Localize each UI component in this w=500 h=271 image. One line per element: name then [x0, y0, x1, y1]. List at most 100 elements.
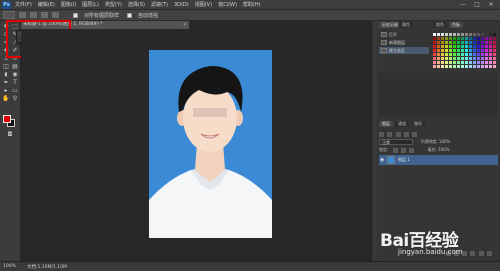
history-row[interactable]: 新建图层	[379, 39, 429, 46]
color-swatch[interactable]	[489, 41, 492, 44]
color-swatch[interactable]	[461, 65, 464, 68]
filter-adjust-icon[interactable]	[395, 131, 401, 137]
color-swatch[interactable]	[481, 45, 484, 48]
menu-filter[interactable]: 滤镜(T)	[151, 1, 168, 8]
color-swatch[interactable]	[461, 45, 464, 48]
color-swatch[interactable]	[457, 53, 460, 56]
color-swatch[interactable]	[441, 65, 444, 68]
lock-pixels-icon[interactable]	[392, 147, 398, 153]
menu-3d[interactable]: 3D(D)	[174, 2, 189, 8]
quick-mask-icon[interactable]: ◘	[6, 131, 14, 138]
color-swatch[interactable]	[485, 65, 488, 68]
fill-value[interactable]: 100%	[438, 147, 449, 152]
color-swatch[interactable]	[473, 53, 476, 56]
color-swatch[interactable]	[469, 37, 472, 40]
color-swatch[interactable]	[449, 45, 452, 48]
tool-preset-picker[interactable]	[3, 11, 15, 19]
color-swatch[interactable]	[449, 65, 452, 68]
color-swatch[interactable]	[453, 53, 456, 56]
color-swatch[interactable]	[481, 61, 484, 64]
subtract-selection-icon[interactable]	[41, 12, 48, 18]
portrait-photo[interactable]	[149, 50, 272, 238]
menu-image[interactable]: 图像(I)	[61, 1, 76, 8]
auto-enhance-checkbox[interactable]	[127, 12, 133, 18]
color-swatch[interactable]	[489, 65, 492, 68]
color-swatch[interactable]	[433, 37, 436, 40]
color-swatch[interactable]	[445, 57, 448, 60]
color-swatch[interactable]	[469, 61, 472, 64]
color-swatch[interactable]	[449, 57, 452, 60]
color-swatch[interactable]	[453, 33, 456, 36]
color-swatch[interactable]	[457, 33, 460, 36]
color-swatch[interactable]	[437, 61, 440, 64]
type-tool-icon[interactable]: T	[11, 79, 19, 86]
color-swatch[interactable]	[465, 37, 468, 40]
menu-type[interactable]: 类型(Y)	[105, 1, 122, 8]
color-swatch[interactable]	[437, 33, 440, 36]
color-swatch[interactable]	[465, 57, 468, 60]
menu-select[interactable]: 选择(S)	[128, 1, 145, 8]
zoom-tool-icon[interactable]: ⚲	[11, 95, 19, 102]
color-swatch[interactable]	[445, 45, 448, 48]
color-swatch[interactable]	[473, 61, 476, 64]
color-swatch[interactable]	[477, 57, 480, 60]
dodge-tool-icon[interactable]: ◉	[11, 71, 19, 78]
tab-channels[interactable]: 通道	[395, 121, 409, 127]
color-swatch[interactable]	[481, 37, 484, 40]
color-swatch[interactable]	[445, 33, 448, 36]
color-swatch[interactable]	[445, 37, 448, 40]
menu-help[interactable]: 帮助(H)	[243, 1, 261, 8]
color-swatch[interactable]	[493, 41, 496, 44]
close-button[interactable]: ✕	[484, 1, 498, 9]
color-swatch[interactable]	[449, 37, 452, 40]
maximize-button[interactable]: □	[470, 1, 484, 9]
color-swatch[interactable]	[453, 41, 456, 44]
add-to-selection-icon[interactable]	[30, 12, 37, 18]
color-swatch[interactable]	[445, 41, 448, 44]
color-swatch[interactable]	[473, 49, 476, 52]
layer-row[interactable]: ◉ 图层 1	[379, 155, 498, 165]
color-swatch[interactable]	[493, 57, 496, 60]
visibility-eye-icon[interactable]: ◉	[380, 155, 384, 165]
color-swatch[interactable]	[445, 53, 448, 56]
color-swatch[interactable]	[457, 37, 460, 40]
color-swatch[interactable]	[433, 57, 436, 60]
color-swatch[interactable]	[473, 65, 476, 68]
color-swatch[interactable]	[457, 49, 460, 52]
new-selection-icon[interactable]	[19, 12, 26, 18]
color-swatch[interactable]	[469, 33, 472, 36]
eraser-tool-icon[interactable]: ◫	[2, 63, 10, 70]
color-swatch[interactable]	[485, 53, 488, 56]
close-tab-icon[interactable]: ×	[183, 21, 187, 29]
filter-shape-icon[interactable]	[412, 131, 418, 137]
color-swatch[interactable]	[485, 57, 488, 60]
filter-type-icon[interactable]	[403, 131, 409, 137]
color-swatch[interactable]	[449, 33, 452, 36]
color-swatch[interactable]	[453, 37, 456, 40]
color-swatch[interactable]	[485, 41, 488, 44]
color-swatch[interactable]	[493, 49, 496, 52]
color-swatch[interactable]	[461, 37, 464, 40]
color-swatch[interactable]	[457, 41, 460, 44]
color-swatch[interactable]	[437, 65, 440, 68]
color-swatch[interactable]	[449, 61, 452, 64]
color-swatch[interactable]	[469, 65, 472, 68]
color-swatch[interactable]	[453, 49, 456, 52]
color-swatch[interactable]	[465, 45, 468, 48]
color-swatch[interactable]	[477, 45, 480, 48]
pen-tool-icon[interactable]: ✒	[2, 79, 10, 86]
color-swatch[interactable]	[485, 37, 488, 40]
color-swatch[interactable]	[489, 57, 492, 60]
color-swatch[interactable]	[493, 45, 496, 48]
lock-position-icon[interactable]	[400, 147, 406, 153]
color-swatch[interactable]	[477, 41, 480, 44]
color-swatch[interactable]	[453, 61, 456, 64]
history-row[interactable]: 打开	[379, 31, 429, 38]
color-swatch[interactable]	[461, 61, 464, 64]
color-swatch[interactable]	[477, 33, 480, 36]
color-swatch[interactable]	[461, 57, 464, 60]
color-swatch[interactable]	[461, 53, 464, 56]
shape-tool-icon[interactable]: ▭	[11, 87, 19, 94]
color-swatch[interactable]	[457, 45, 460, 48]
color-swatch[interactable]	[437, 37, 440, 40]
